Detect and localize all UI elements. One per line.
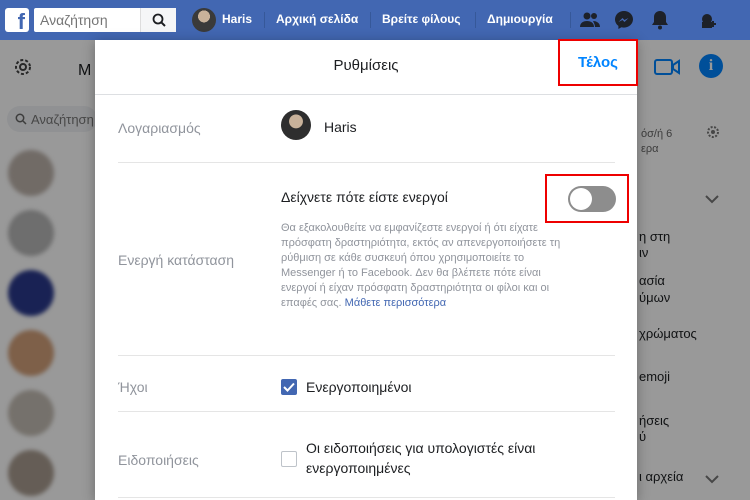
highlight-box [545, 174, 629, 223]
profile-link[interactable]: Haris [222, 12, 252, 26]
divider [118, 355, 615, 356]
search-box [34, 8, 176, 32]
messenger-icon[interactable] [613, 9, 635, 31]
account-name[interactable]: Haris [324, 119, 357, 135]
settings-dialog: Ρυθμίσεις Τέλος Λογαριασμός Haris Ενεργή… [95, 39, 638, 500]
divider [118, 411, 615, 412]
notifications-bell-icon[interactable] [649, 9, 671, 31]
top-navigation-bar: f Haris Αρχική σελίδα Βρείτε φίλους Δημι… [0, 0, 750, 40]
checkmark-icon [283, 382, 295, 392]
account-avatar [281, 110, 311, 140]
search-icon [152, 13, 166, 27]
sounds-label: Ήχοι [118, 379, 148, 395]
friend-requests-icon[interactable] [579, 9, 601, 31]
toggle-knob [570, 188, 592, 210]
notifications-label: Ειδοποιήσεις [118, 452, 199, 468]
divider [118, 497, 615, 498]
active-status-description: Θα εξακολουθείτε να εμφανίζεστε ενεργοί … [281, 222, 561, 309]
sounds-checkbox[interactable] [281, 379, 297, 395]
user-avatar[interactable] [192, 8, 216, 32]
notifications-option-label[interactable]: Οι ειδοποιήσεις για υπολογιστές είναι εν… [306, 438, 551, 478]
dialog-title: Ρυθμίσεις [333, 57, 399, 74]
help-icon[interactable] [697, 9, 719, 31]
find-friends-link[interactable]: Βρείτε φίλους [382, 12, 461, 26]
done-button[interactable]: Τέλος [558, 39, 638, 86]
search-input[interactable] [40, 12, 145, 28]
search-button[interactable] [140, 8, 176, 32]
sounds-option-label[interactable]: Ενεργοποιημένοι [306, 377, 411, 397]
notifications-checkbox[interactable] [281, 451, 297, 467]
active-status-label: Ενεργή κατάσταση [118, 252, 235, 268]
home-link[interactable]: Αρχική σελίδα [276, 12, 358, 26]
account-label: Λογαριασμός [118, 120, 201, 136]
divider [118, 162, 615, 163]
learn-more-link[interactable]: Μάθετε περισσότερα [345, 297, 446, 309]
facebook-logo-icon[interactable]: f [5, 8, 29, 32]
create-link[interactable]: Δημιουργία [487, 12, 553, 26]
dialog-header: Ρυθμίσεις Τέλος [95, 39, 638, 95]
active-status-toggle[interactable] [568, 186, 616, 212]
active-status-title: Δείχνετε πότε είστε ενεργοί [281, 189, 448, 205]
